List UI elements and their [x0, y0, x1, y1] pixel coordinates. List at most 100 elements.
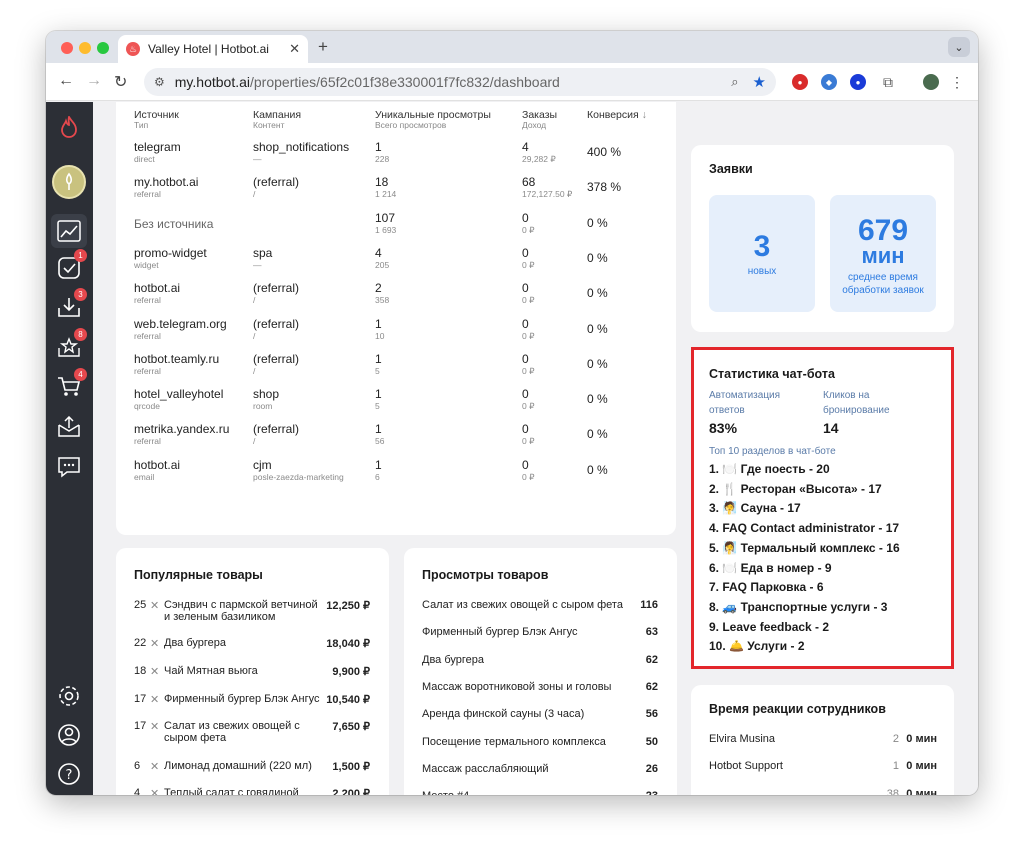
top-section-item[interactable]: 2. 🍴 Ресторан «Высота» - 17 — [709, 482, 882, 496]
list-item[interactable]: 25 ✕ Сэндвич с пармской ветчиной и зеленым… — [134, 599, 370, 625]
table-row[interactable]: hotbot.ai referral (referral)/ 2 358 0 0 ₽ 0 % — [134, 281, 694, 317]
list-item[interactable]: 6 ✕ Лимонад домашний (220 мл) 1,500 ₽ — [134, 760, 370, 786]
address-bar[interactable]: ⚙ my.hotbot.ai/properties/65f2c01f38e330… — [144, 68, 776, 96]
list-item[interactable]: Место #4 23 — [422, 790, 658, 795]
list-item[interactable]: 18 ✕ Чай Мятная вьюга 9,900 ₽ — [134, 665, 370, 691]
extensions-puzzle-icon[interactable]: ⧉ — [880, 74, 896, 90]
top-section-item[interactable]: 7. FAQ Парковка - 6 — [709, 580, 824, 594]
top-section-item[interactable]: 4. FAQ Contact administrator - 17 — [709, 521, 899, 535]
source-name: my.hotbot.ai — [134, 175, 199, 190]
back-arrow-icon[interactable]: ← — [58, 72, 74, 90]
header-conversion[interactable]: Конверсия ↓ — [587, 109, 647, 121]
staff-request-count: 1 — [892, 760, 899, 773]
cart-icon[interactable]: 4 — [56, 368, 87, 400]
extension-trip-icon[interactable]: ● — [850, 74, 866, 90]
list-item[interactable]: Посещение термального комплекса 50 — [422, 736, 658, 752]
top-section-item[interactable]: 3. 🧖 Сауна - 17 — [709, 501, 801, 515]
table-row[interactable]: promo-widget widget spa — 4 205 0 0 ₽ 0 % — [134, 246, 694, 282]
list-item[interactable]: Два бургера 62 — [422, 654, 658, 670]
total-views: 6 — [375, 471, 380, 482]
multiply-icon: ✕ — [150, 600, 160, 612]
conversion-value: 0 % — [587, 215, 608, 230]
conversion-value: 400 % — [587, 145, 622, 159]
browser-tab[interactable]: ♨ Valley Hotel | Hotbot.ai ✕ — [118, 35, 308, 63]
source-name: metrika.yandex.ru — [134, 422, 230, 437]
new-tab-icon[interactable]: + — [318, 37, 328, 57]
help-question-icon[interactable]: ? — [56, 761, 82, 787]
top-section-item[interactable]: 10. 🛎️ Услуги - 2 — [709, 639, 805, 653]
top-section-item[interactable]: 6. 🍽️ Еда в номер - 9 — [709, 561, 832, 575]
url-text[interactable]: my.hotbot.ai/properties/65f2c01f38e33000… — [175, 74, 724, 90]
source-name: promo-widget — [134, 245, 207, 260]
top-section-item[interactable]: 9. Leave feedback - 2 — [709, 620, 829, 634]
profile-avatar[interactable] — [923, 74, 939, 90]
orders-count: 0 — [522, 457, 529, 472]
site-settings-icon[interactable]: ⚙ — [154, 75, 165, 89]
zoom-icon[interactable]: ⌕ — [731, 74, 738, 90]
property-avatar[interactable] — [52, 165, 86, 199]
multiply-icon: ✕ — [150, 638, 160, 650]
minimize-window-button[interactable] — [79, 42, 91, 54]
extension-tag-icon[interactable]: ◆ — [821, 74, 837, 90]
avg-time-box[interactable]: 679 мин среднее время обработки заявок — [830, 195, 936, 312]
bookmark-star-icon[interactable]: ★ — [753, 73, 766, 91]
list-item[interactable]: 17 ✕ Салат из свежих овощей с сыром фета 7,… — [134, 720, 370, 746]
conversion-value: 0 % — [587, 356, 608, 371]
list-item[interactable]: 22 ✕ Два бургера 18,040 ₽ — [134, 637, 370, 663]
profile-user-icon[interactable] — [56, 722, 82, 748]
revenue-value: 0 ₽ — [522, 259, 535, 270]
settings-gear-icon[interactable] — [56, 683, 82, 709]
table-row[interactable]: telegram direct shop_notifications — 1 228 4 29… — [134, 140, 694, 176]
table-row[interactable]: Hotbot Support 1 0 мин — [709, 760, 937, 776]
maximize-window-button[interactable] — [97, 42, 109, 54]
table-row[interactable]: 38 0 мин — [709, 788, 937, 795]
list-item[interactable]: 17 ✕ Фирменный бургер Блэк Ангус 10,540 ₽ — [134, 693, 370, 719]
reviews-star-icon[interactable]: 8 — [56, 328, 87, 360]
extension-shield-icon[interactable]: ● — [792, 74, 808, 90]
top-section-item[interactable]: 1. 🍽️ Где поесть - 20 — [709, 462, 830, 476]
campaign-name: shop_notifications — [253, 140, 350, 154]
inbox-download-icon[interactable]: 3 — [56, 288, 87, 320]
table-row[interactable]: web.telegram.org referral (referral)/1 10 0 0… — [134, 317, 694, 353]
close-tab-icon[interactable]: ✕ — [289, 41, 300, 57]
campaign-name: shop — [253, 387, 280, 402]
list-item[interactable]: 4 ✕ Теплый салат с говядиной 2,200 ₽ — [134, 787, 370, 795]
analytics-icon[interactable] — [51, 214, 87, 248]
campaign-name: (referral) — [253, 175, 300, 190]
list-item[interactable]: Салат из свежих овощей с сыром фета 116 — [422, 599, 658, 615]
multiply-icon: ✕ — [150, 721, 160, 733]
source-name: hotel_valleyhotel — [134, 387, 224, 402]
list-item[interactable]: Аренда финской сауны (3 часа) 56 — [422, 708, 658, 724]
top-section-item[interactable]: 8. 🚙 Транспортные услуги - 3 — [709, 600, 887, 614]
table-row[interactable]: metrika.yandex.ru referral (referral)/ 1 56 0… — [134, 422, 694, 458]
chat-icon[interactable] — [56, 454, 82, 480]
table-row[interactable]: Elvira Musina 2 0 мин — [709, 733, 937, 749]
reload-icon[interactable]: ↻ — [114, 72, 127, 92]
table-row[interactable]: hotbot.teamly.ru referral (referral)/1 5 0 0 … — [134, 352, 694, 388]
staff-response-title: Время реакции сотрудников — [709, 702, 886, 716]
list-item[interactable]: Массаж расслабляющий 26 — [422, 763, 658, 779]
list-item[interactable]: Фирменный бургер Блэк Ангус 63 — [422, 626, 658, 642]
top-section-item[interactable]: 5. 🧖‍♀️ Термальный комплекс - 16 — [709, 541, 900, 555]
upload-mail-icon[interactable] — [56, 414, 82, 440]
product-view-name: Посещение термального комплекса — [422, 735, 606, 748]
total-views: 1 214 — [375, 189, 397, 200]
product-views-title: Просмотры товаров — [422, 568, 549, 582]
browser-menu-icon[interactable]: ⋮ — [949, 74, 965, 90]
product-price: 18,040 ₽ — [326, 638, 370, 650]
unique-views: 18 — [375, 175, 389, 190]
tasks-icon[interactable]: 1 — [56, 249, 87, 281]
table-row[interactable]: my.hotbot.ai referral (referral)/ 18 1 214 68… — [134, 175, 694, 211]
new-requests-box[interactable]: 3 новых — [709, 195, 815, 312]
tab-search-chevron-icon[interactable]: ⌄ — [948, 37, 970, 57]
close-window-button[interactable] — [61, 42, 73, 54]
hotbot-logo-icon[interactable] — [56, 114, 82, 140]
campaign-content: / — [253, 295, 256, 306]
source-type: qrcode — [134, 401, 160, 412]
list-item[interactable]: Массаж воротниковой зоны и головы 62 — [422, 681, 658, 697]
table-row[interactable]: hotel_valleyhotel qrcode shop room 1 5 0 0 ₽ 0 % — [134, 387, 694, 423]
table-row[interactable]: Без источника 107 1 693 0 0 ₽ 0 % — [134, 211, 694, 247]
product-price: 12,250 ₽ — [326, 600, 370, 612]
forward-arrow-icon[interactable]: → — [86, 72, 102, 90]
table-row[interactable]: hotbot.ai email cjm posle-zaezda-marketing 1… — [134, 458, 694, 494]
